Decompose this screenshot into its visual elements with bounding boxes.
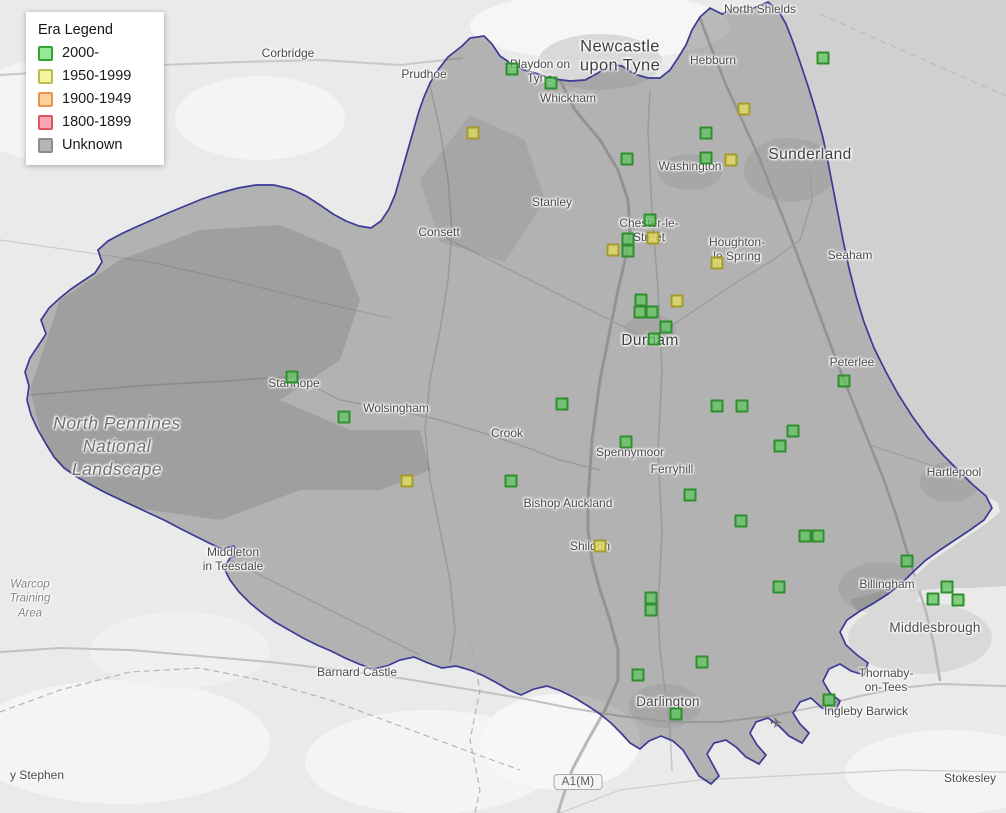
legend-item-label: 1800-1899 — [62, 114, 131, 130]
legend-item: 1800-1899 — [38, 114, 150, 130]
era-marker[interactable] — [620, 436, 633, 449]
era-marker[interactable] — [700, 127, 713, 140]
era-marker[interactable] — [952, 594, 965, 607]
legend-swatch-icon — [38, 92, 53, 107]
era-marker[interactable] — [711, 257, 724, 270]
legend-swatch-icon — [38, 69, 53, 84]
legend-swatch-icon — [38, 46, 53, 61]
era-marker[interactable] — [594, 540, 607, 553]
era-marker[interactable] — [725, 154, 738, 167]
era-marker[interactable] — [838, 375, 851, 388]
legend-item-label: Unknown — [62, 137, 122, 153]
legend-item-label: 1950-1999 — [62, 68, 131, 84]
era-marker[interactable] — [632, 669, 645, 682]
era-marker[interactable] — [823, 694, 836, 707]
road-shield-a1m: A1(M) — [554, 774, 603, 790]
era-marker[interactable] — [644, 214, 657, 227]
airplane-icon: ✈ — [770, 714, 783, 732]
era-marker[interactable] — [738, 103, 751, 116]
era-marker[interactable] — [774, 440, 787, 453]
map-viewport[interactable]: North ShieldsNewcastle upon TyneHexhamCo… — [0, 0, 1006, 813]
legend-item-label: 1900-1949 — [62, 91, 131, 107]
era-marker[interactable] — [545, 77, 558, 90]
legend-swatch-icon — [38, 115, 53, 130]
era-marker[interactable] — [927, 593, 940, 606]
era-marker[interactable] — [556, 398, 569, 411]
legend-item: Unknown — [38, 137, 150, 153]
era-marker[interactable] — [735, 515, 748, 528]
legend-item: 1900-1949 — [38, 91, 150, 107]
era-marker[interactable] — [711, 400, 724, 413]
era-marker[interactable] — [817, 52, 830, 65]
era-marker[interactable] — [401, 475, 414, 488]
era-marker[interactable] — [467, 127, 480, 140]
era-marker[interactable] — [799, 530, 812, 543]
era-marker[interactable] — [736, 400, 749, 413]
era-marker[interactable] — [941, 581, 954, 594]
era-marker[interactable] — [660, 321, 673, 334]
era-marker[interactable] — [671, 295, 684, 308]
era-marker[interactable] — [607, 244, 620, 257]
era-marker[interactable] — [670, 708, 683, 721]
era-marker[interactable] — [787, 425, 800, 438]
legend-item: 1950-1999 — [38, 68, 150, 84]
era-marker[interactable] — [338, 411, 351, 424]
era-marker[interactable] — [773, 581, 786, 594]
legend-item-label: 2000- — [62, 45, 99, 61]
legend-items: 2000- 1950-1999 1900-1949 1800-1899 Unknown — [38, 45, 150, 153]
era-marker[interactable] — [645, 604, 658, 617]
era-legend: Era Legend 2000- 1950-1999 1900-1949 1800-1… — [26, 12, 164, 165]
era-marker[interactable] — [648, 333, 661, 346]
era-marker[interactable] — [621, 153, 634, 166]
legend-item: 2000- — [38, 45, 150, 61]
era-marker[interactable] — [286, 371, 299, 384]
era-marker[interactable] — [700, 152, 713, 165]
era-marker[interactable] — [812, 530, 825, 543]
legend-title: Era Legend — [38, 22, 150, 38]
era-marker[interactable] — [901, 555, 914, 568]
legend-swatch-icon — [38, 138, 53, 153]
era-marker[interactable] — [622, 245, 635, 258]
era-marker[interactable] — [505, 475, 518, 488]
era-marker[interactable] — [684, 489, 697, 502]
era-marker[interactable] — [647, 232, 660, 245]
era-marker[interactable] — [506, 63, 519, 76]
era-marker[interactable] — [646, 306, 659, 319]
era-marker[interactable] — [696, 656, 709, 669]
